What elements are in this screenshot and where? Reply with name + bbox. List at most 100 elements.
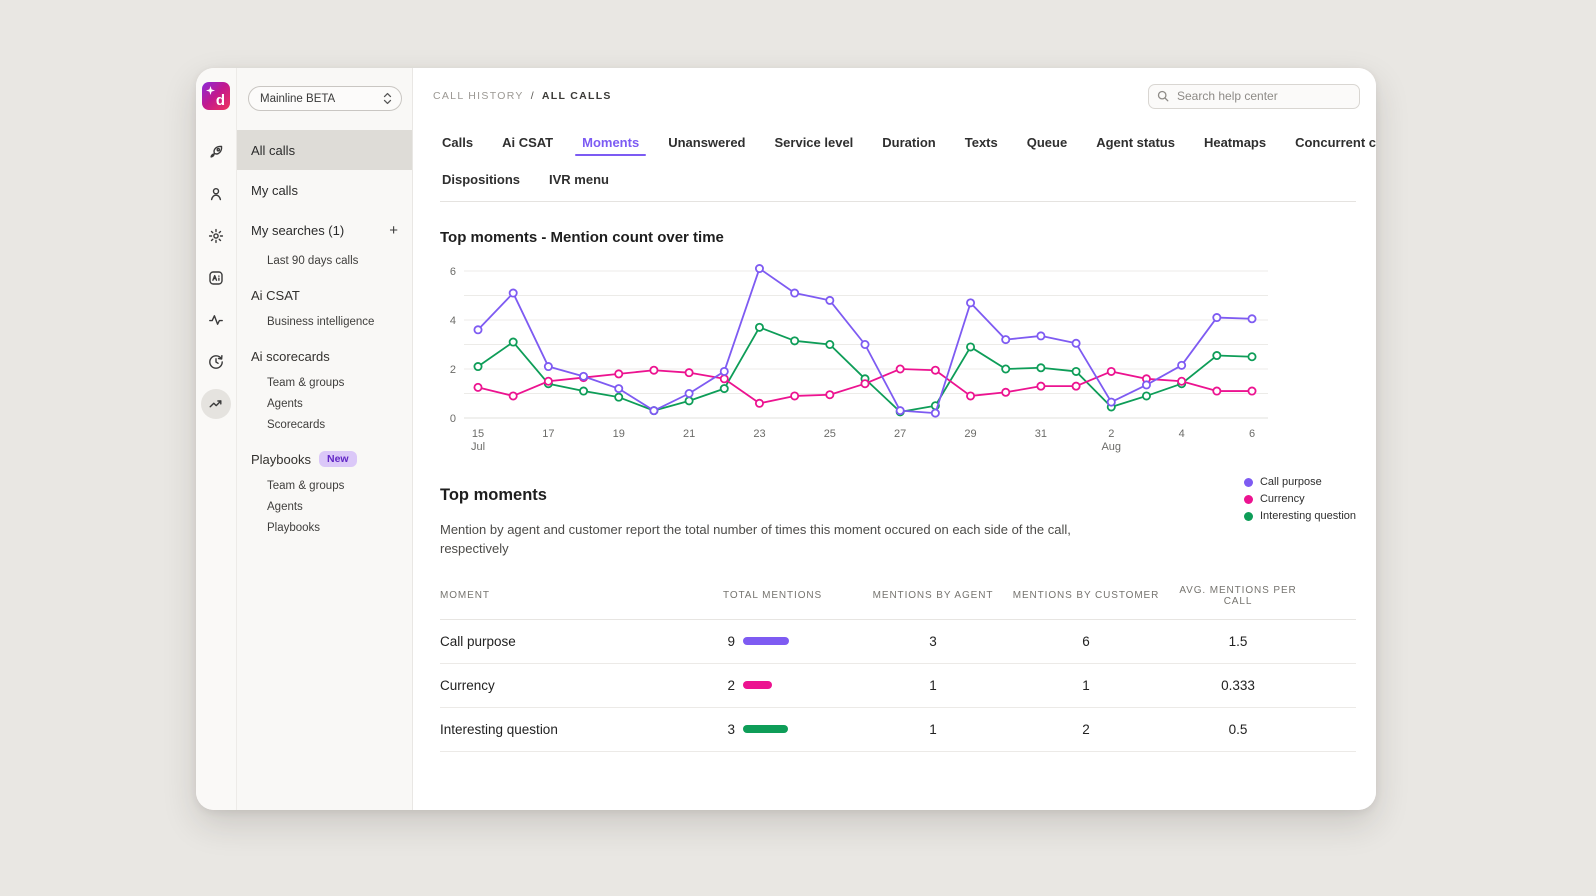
tab-moments[interactable]: Moments: [580, 124, 641, 161]
sidebar-item-playbooks[interactable]: Playbooks: [237, 517, 412, 538]
column-header-avg-mentions-per-call: AVG. MENTIONS PER CALL: [1168, 585, 1308, 607]
sidebar-item-last-90-days-calls[interactable]: Last 90 days calls: [237, 250, 412, 271]
legend-item-call-purpose[interactable]: Call purpose: [1244, 476, 1356, 488]
rail-button-person-icon[interactable]: [201, 179, 231, 209]
legend-item-interesting-question[interactable]: Interesting question: [1244, 510, 1356, 522]
breadcrumb-section[interactable]: CALL HISTORY: [433, 90, 524, 102]
table-row-interesting-question[interactable]: Interesting question3120.5: [440, 708, 1356, 752]
sidebar-item-team-groups[interactable]: Team & groups: [237, 475, 412, 496]
rail-button-gear-icon[interactable]: [201, 221, 231, 251]
tab-service-level[interactable]: Service level: [773, 124, 856, 161]
tab-calls[interactable]: Calls: [440, 124, 475, 161]
sidebar-item-label: Playbooks: [251, 452, 311, 467]
tab-concurrent-calls[interactable]: Concurrent calls: [1293, 124, 1376, 161]
rail-button-rocket-icon[interactable]: [201, 137, 231, 167]
svg-text:19: 19: [613, 428, 625, 440]
sparkle-icon: [206, 86, 215, 95]
icon-rail: d: [196, 68, 237, 810]
mentions-by-customer-cell: 6: [1004, 634, 1168, 649]
svg-text:Jul: Jul: [471, 441, 485, 453]
table-header-row: MOMENTTOTAL MENTIONSMENTIONS BY AGENTMEN…: [440, 585, 1356, 620]
tab-queue[interactable]: Queue: [1025, 124, 1069, 161]
rail-button-trending-up-icon[interactable]: [201, 389, 231, 419]
tab-ivr-menu[interactable]: IVR menu: [547, 161, 611, 198]
sidebar-item-label: My calls: [251, 183, 298, 198]
tab-dispositions[interactable]: Dispositions: [440, 161, 522, 198]
svg-text:15: 15: [472, 428, 484, 440]
trending-up-icon: [207, 395, 225, 413]
svg-text:2: 2: [1108, 428, 1114, 440]
sidebar-item-business-intelligence[interactable]: Business intelligence: [237, 311, 412, 332]
mentions-by-agent-cell: 1: [862, 722, 1004, 737]
sidebar-item-ai-scorecards[interactable]: Ai scorecards: [237, 340, 412, 372]
rail-button-activity-icon[interactable]: [201, 305, 231, 335]
svg-text:23: 23: [753, 428, 765, 440]
svg-text:17: 17: [542, 428, 554, 440]
tabs-divider: [440, 201, 1356, 202]
tab-ai-csat[interactable]: Ai CSAT: [500, 124, 555, 161]
total-mentions-cell: 2: [723, 678, 862, 693]
sidebar-item-agents[interactable]: Agents: [237, 496, 412, 517]
total-mentions-value: 3: [723, 722, 735, 737]
total-mentions-bar: [743, 637, 789, 645]
svg-text:21: 21: [683, 428, 695, 440]
add-search-button[interactable]: +: [389, 223, 398, 238]
chart-legend: Call purpose Currency Interesting question: [1244, 476, 1356, 522]
help-search[interactable]: [1148, 84, 1360, 109]
tab-agent-status[interactable]: Agent status: [1094, 124, 1177, 161]
column-header-mentions-by-customer: MENTIONS BY CUSTOMER: [1004, 590, 1168, 601]
svg-text:25: 25: [824, 428, 836, 440]
total-mentions-cell: 9: [723, 634, 862, 649]
sidebar-item-my-calls[interactable]: My calls: [237, 170, 412, 210]
sidebar-item-playbooks[interactable]: Playbooks New: [237, 443, 412, 475]
total-mentions-bar: [743, 725, 788, 733]
top-moments-section: Top moments Call purposeCurrencyInterest…: [440, 486, 1356, 559]
tab-texts[interactable]: Texts: [963, 124, 1000, 161]
content: Calls Ai CSAT Moments Unanswered Service lev…: [413, 124, 1376, 752]
avg-mentions-per-call-cell: 0.5: [1168, 722, 1308, 737]
tab-heatmaps[interactable]: Heatmaps: [1202, 124, 1268, 161]
svg-text:4: 4: [1179, 428, 1185, 440]
breadcrumb-page: ALL CALLS: [542, 90, 612, 102]
sidebar-item-label: Ai scorecards: [251, 349, 330, 364]
tab-duration[interactable]: Duration: [880, 124, 937, 161]
new-badge: New: [319, 451, 357, 467]
tab-bar-row-2: Dispositions IVR menu: [440, 161, 1356, 198]
svg-text:6: 6: [1249, 428, 1255, 440]
svg-text:27: 27: [894, 428, 906, 440]
sidebar-item-label: My searches (1): [251, 223, 344, 238]
legend-label: Currency: [1260, 493, 1305, 505]
sidebar-item-all-calls[interactable]: All calls: [237, 130, 412, 170]
legend-item-currency[interactable]: Currency: [1244, 493, 1356, 505]
sidebar-item-team-groups[interactable]: Team & groups: [237, 372, 412, 393]
svg-text:6: 6: [450, 266, 456, 278]
workspace-label: Mainline BETA: [260, 93, 335, 105]
moment-cell: Call purpose: [440, 634, 723, 649]
moment-cell: Currency: [440, 678, 723, 693]
sidebar-item-my-searches-1[interactable]: My searches (1) +: [237, 210, 412, 250]
mentions-by-agent-cell: 3: [862, 634, 1004, 649]
sidebar-item-ai-csat[interactable]: Ai CSAT: [237, 279, 412, 311]
total-mentions-cell: 3: [723, 722, 862, 737]
legend-dot: [1244, 478, 1253, 487]
tab-unanswered[interactable]: Unanswered: [666, 124, 747, 161]
breadcrumb-separator: /: [531, 90, 535, 102]
sidebar-item-scorecards[interactable]: Scorecards: [237, 414, 412, 435]
rail-button-history-icon[interactable]: [201, 347, 231, 377]
search-input[interactable]: [1175, 88, 1351, 104]
activity-icon: [207, 311, 225, 329]
mentions-by-agent-cell: 1: [862, 678, 1004, 693]
workspace-selector[interactable]: Mainline BETA: [248, 86, 402, 111]
table-row-currency[interactable]: Currency2110.333: [440, 664, 1356, 708]
mentions-by-customer-cell: 2: [1004, 722, 1168, 737]
rail-button-ai-notes-icon[interactable]: [201, 263, 231, 293]
sidebar-item-agents[interactable]: Agents: [237, 393, 412, 414]
sidebar: Mainline BETA All calls My calls My search…: [237, 68, 413, 810]
app-logo[interactable]: d: [202, 82, 230, 110]
svg-text:4: 4: [450, 315, 456, 327]
svg-text:29: 29: [964, 428, 976, 440]
table-body: Call purpose9361.5Currency2110.333Intere…: [440, 620, 1356, 752]
main-area: CALL HISTORY / ALL CALLS Calls Ai CSAT Momen…: [413, 68, 1376, 810]
table-row-call-purpose[interactable]: Call purpose9361.5: [440, 620, 1356, 664]
sidebar-item-label: Last 90 days calls: [267, 255, 358, 267]
